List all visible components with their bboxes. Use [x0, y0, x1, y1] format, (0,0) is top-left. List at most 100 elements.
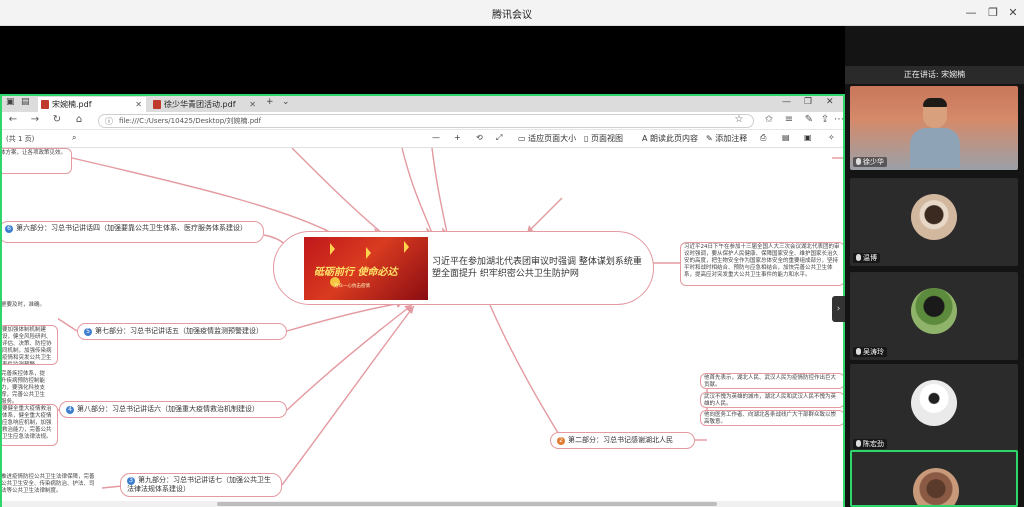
url-text: file:///C:/Users/10425/Desktop/刘婉楠.pdf — [119, 117, 262, 125]
browser-tab-label: 宋婉楠.pdf — [52, 100, 92, 109]
mindmap-note: 习近平24日下午在参加十三届全国人大三次会议湖北代表团的审议时强调，要从保护人民… — [680, 242, 843, 286]
browser-tab[interactable]: 宋婉楠.pdf ✕ — [38, 97, 146, 112]
mindmap-center-node[interactable]: 砥砺前行 使命必达 万众一心抗击疫情 习近平在参加湖北代表团审议时强调 整体谋划… — [273, 231, 654, 305]
fullscreen-icon[interactable]: ⤢ — [496, 133, 502, 143]
read-aloud-button[interactable]: A 朗读此页内容 — [642, 133, 698, 144]
mindmap-node[interactable]: 4 第八部分：习总书记讲话六（加强重大疫情救治机制建设） — [59, 401, 287, 418]
close-tab-icon[interactable]: ✕ — [249, 97, 256, 112]
participant-video — [910, 98, 960, 168]
minimize-icon[interactable]: — — [962, 4, 980, 22]
close-icon[interactable]: ✕ — [826, 97, 834, 107]
back-icon[interactable]: ← — [6, 114, 20, 125]
url-input[interactable]: ⓘ file:///C:/Users/10425/Desktop/刘婉楠.pdf — [98, 114, 754, 128]
meeting-title: 腾讯会议 — [492, 10, 532, 21]
mindmap-node[interactable]: 5 第七部分：习总书记讲话五（加强疫情监测预警建设） — [77, 323, 287, 340]
collapse-panel-button[interactable]: › — [832, 296, 845, 322]
node-label: 第七部分：习总书记讲话五（加强疫情监测预警建设） — [95, 327, 263, 335]
browser-tab-label: 徐少华青团活动.pdf — [164, 100, 236, 109]
fit-page-button[interactable]: ▭ 适应页面大小 — [518, 133, 576, 144]
participant-tile[interactable]: 陈宏劲 — [850, 364, 1018, 452]
maximize-icon[interactable]: ❐ — [804, 97, 812, 107]
reading-list-icon[interactable]: ≡ — [782, 114, 796, 125]
center-node-title: 习近平在参加湖北代表团审议时强调 整体谋划系统重塑全面提升 织牢织密公共卫生防护… — [432, 257, 642, 279]
node-number: 5 — [84, 328, 92, 336]
read-aloud-label: 朗读此页内容 — [650, 134, 699, 143]
search-icon[interactable]: ⌕ — [72, 133, 76, 143]
close-icon[interactable]: ✕ — [1004, 4, 1022, 22]
address-bar: ← → ↻ ⌂ ⓘ file:///C:/Users/10425/Desktop… — [2, 112, 846, 130]
more-icon[interactable]: ⋯ — [832, 114, 846, 125]
center-image: 砥砺前行 使命必达 万众一心抗击疫情 — [304, 237, 428, 300]
forward-icon[interactable]: → — [28, 114, 42, 125]
participant-name: 徐少华 — [853, 157, 887, 167]
chevron-down-icon[interactable]: ⌄ — [282, 97, 290, 107]
avatar — [913, 468, 959, 505]
mindmap-node[interactable]: 6 第六部分：习总书记讲话四（加强要靠公共卫生体系、医疗服务体系建设） — [2, 221, 264, 243]
mic-icon — [856, 158, 861, 165]
node-number: 3 — [127, 477, 135, 485]
horizontal-scrollbar[interactable] — [2, 501, 843, 507]
mindmap-node[interactable]: 3 第九部分：习总书记讲话七（加强公共卫生法律法规体系建设） — [120, 473, 282, 497]
tab-list-icon[interactable]: ▤ — [21, 97, 30, 107]
mindmap-note: 要加强体制机制建设，健全风险研判、评估、决策、防控协同机制，加强传染病疫情和突发… — [2, 325, 58, 365]
pdf-toolbar: (共 1 页) ⌕ — + ⟲ ⤢ ▭ 适应页面大小 ▯ 页面视图 A 朗读此页… — [2, 131, 843, 148]
fit-page-label: 适应页面大小 — [528, 134, 577, 143]
tab-actions-icon[interactable]: ▣ — [6, 97, 15, 107]
participants-panel: 正在讲话: 宋婉楠 徐少华 温博 吴涛玲 陈宏劲 — [845, 26, 1024, 507]
minimize-icon[interactable]: — — [782, 97, 791, 107]
save-as-icon[interactable]: ▣ — [804, 133, 812, 142]
info-icon: ⓘ — [105, 117, 113, 126]
mindmap-note: 武汉不愧为英雄的城市，湖北人民和武汉人民不愧为英雄的人民。 — [700, 392, 843, 408]
page-view-label: 页面视图 — [590, 134, 623, 143]
home-icon[interactable]: ⌂ — [72, 114, 86, 125]
favorites-icon[interactable]: ✩ — [762, 114, 776, 125]
center-image-slogan: 砥砺前行 使命必达 — [314, 267, 398, 278]
avatar — [911, 288, 957, 334]
node-label: 第八部分：习总书记讲话六（加强重大疫情救治机制建设） — [77, 405, 259, 413]
page-indicator[interactable]: (共 1 页) — [6, 132, 66, 146]
node-label: 第二部分：习总书记感谢湖北人民 — [568, 436, 673, 444]
pin-icon[interactable]: ✧ — [828, 133, 835, 142]
meeting-window: 腾讯会议 — ❐ ✕ ▣ ▤ 宋婉楠.pdf ✕ 徐少华青团活动.pdf ✕ +… — [0, 0, 1024, 507]
page-view-button[interactable]: ▯ 页面视图 — [584, 133, 623, 144]
share-icon[interactable]: ⇪ — [818, 114, 832, 125]
save-icon[interactable]: ▤ — [782, 133, 790, 142]
participant-tile[interactable]: 温博 — [850, 178, 1018, 266]
avatar — [911, 194, 957, 240]
rotate-icon[interactable]: ⟲ — [476, 133, 483, 142]
mindmap-note: 体方案，让各项政策见效。 — [2, 148, 72, 174]
scrollbar-thumb[interactable] — [217, 502, 717, 506]
mindmap-note: 他向医务工作者、向湖北各条战线广大干部群众致以崇高敬意。 — [700, 410, 843, 426]
zoom-in-icon[interactable]: + — [454, 133, 461, 142]
node-number: 4 — [66, 406, 74, 414]
print-icon[interactable]: ⎙ — [760, 133, 766, 143]
new-tab-icon[interactable]: + — [266, 97, 274, 107]
flag-icon — [366, 247, 371, 259]
node-label: 第九部分：习总书记讲话七（加强公共卫生法律法规体系建设） — [127, 476, 271, 493]
browser-tab-strip: ▣ ▤ 宋婉楠.pdf ✕ 徐少华青团活动.pdf ✕ + ⌄ — ❐ ✕ — [2, 96, 843, 112]
center-image-subtitle: 万众一心抗击疫情 — [334, 284, 370, 289]
mic-icon — [856, 254, 861, 261]
flag-icon — [330, 243, 335, 255]
close-tab-icon[interactable]: ✕ — [135, 97, 142, 112]
pen-icon[interactable]: ✎ — [802, 114, 816, 125]
active-speaker-label: 正在讲话: 宋婉楠 — [845, 66, 1024, 84]
maximize-icon[interactable]: ❐ — [984, 4, 1002, 22]
pdf-mindmap-canvas[interactable]: 体方案，让各项政策见效。 6 第六部分：习总书记讲话四（加强要靠公共卫生体系、医疗… — [2, 148, 843, 507]
node-number: 2 — [557, 437, 565, 445]
flag-icon — [404, 241, 409, 253]
refresh-icon[interactable]: ↻ — [50, 114, 64, 125]
participant-tile[interactable] — [850, 450, 1018, 507]
shared-screen: ▣ ▤ 宋婉楠.pdf ✕ 徐少华青团活动.pdf ✕ + ⌄ — ❐ ✕ ← … — [0, 94, 845, 507]
zoom-out-icon[interactable]: — — [432, 133, 440, 142]
mic-icon — [856, 440, 861, 447]
browser-tab[interactable]: 徐少华青团活动.pdf ✕ — [150, 97, 260, 112]
add-note-label: 添加注释 — [715, 134, 748, 143]
mic-icon — [856, 348, 861, 355]
mindmap-node[interactable]: 2 第二部分：习总书记感谢湖北人民 — [550, 432, 695, 449]
add-note-button[interactable]: ✎ 添加注释 — [706, 133, 747, 144]
participant-tile[interactable]: 徐少华 — [850, 86, 1018, 170]
participant-tile[interactable]: 吴涛玲 — [850, 272, 1018, 360]
pdf-file-icon — [41, 100, 49, 109]
favorite-star-icon[interactable]: ☆ — [732, 114, 746, 125]
